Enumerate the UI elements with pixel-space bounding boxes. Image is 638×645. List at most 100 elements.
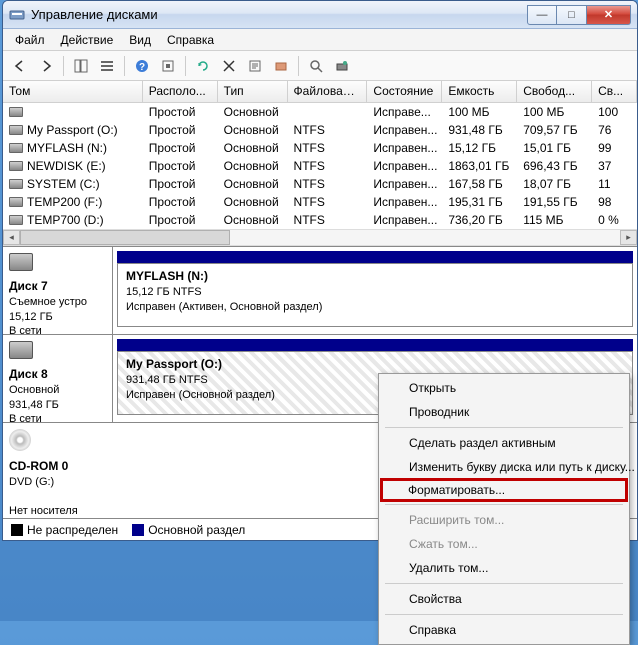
action-icon[interactable] bbox=[270, 55, 292, 77]
cell-pct: 37 bbox=[592, 159, 637, 173]
back-button[interactable] bbox=[9, 55, 31, 77]
cell-volume: TEMP700 (D:) bbox=[3, 213, 143, 227]
ctx-separator bbox=[385, 583, 623, 584]
cell-volume: TEMP200 (F:) bbox=[3, 195, 143, 209]
cell-status: Исправен... bbox=[367, 213, 442, 227]
cell-capacity: 167,58 ГБ bbox=[442, 177, 517, 191]
disk-8-size: 931,48 ГБ bbox=[9, 399, 59, 411]
table-row[interactable]: TEMP700 (D:)ПростойОсновнойNTFSИсправен.… bbox=[3, 211, 637, 229]
col-layout[interactable]: Располо... bbox=[143, 81, 218, 102]
properties-button[interactable] bbox=[244, 55, 266, 77]
ctx-separator bbox=[385, 614, 623, 615]
col-volume[interactable]: Том bbox=[3, 81, 143, 102]
toolbar-separator bbox=[63, 56, 64, 76]
ctx-format[interactable]: Форматировать... bbox=[380, 478, 628, 502]
menu-view[interactable]: Вид bbox=[121, 31, 159, 49]
cell-fs: NTFS bbox=[288, 123, 368, 137]
ctx-make-active[interactable]: Сделать раздел активным bbox=[381, 431, 627, 455]
disk-7-type: Съемное устро bbox=[9, 296, 87, 308]
forward-button[interactable] bbox=[35, 55, 57, 77]
titlebar[interactable]: Управление дисками — □ ✕ bbox=[3, 1, 637, 29]
ctx-help[interactable]: Справка bbox=[381, 618, 627, 642]
col-status[interactable]: Состояние bbox=[367, 81, 442, 102]
svg-text:?: ? bbox=[139, 62, 145, 73]
disk-8-type: Основной bbox=[9, 384, 59, 396]
app-icon bbox=[9, 7, 25, 23]
cell-capacity: 100 МБ bbox=[442, 105, 517, 119]
window-controls: — □ ✕ bbox=[527, 5, 631, 25]
partition-capacity: 931,48 ГБ NTFS bbox=[126, 374, 208, 386]
col-free[interactable]: Свобод... bbox=[517, 81, 592, 102]
disk-7-size: 15,12 ГБ bbox=[9, 311, 53, 323]
table-row[interactable]: ПростойОсновнойИсправе...100 МБ100 МБ100 bbox=[3, 103, 637, 121]
scroll-thumb[interactable] bbox=[20, 230, 230, 245]
cell-pct: 99 bbox=[592, 141, 637, 155]
scroll-right-button[interactable]: ▸ bbox=[620, 230, 637, 245]
table-row[interactable]: NEWDISK (E:)ПростойОсновнойNTFSИсправен.… bbox=[3, 157, 637, 175]
refresh-button[interactable] bbox=[192, 55, 214, 77]
ctx-open[interactable]: Открыть bbox=[381, 376, 627, 400]
cell-fs: NTFS bbox=[288, 213, 368, 227]
disk-8-info[interactable]: Диск 8 Основной 931,48 ГБ В сети bbox=[3, 335, 113, 422]
ctx-change-letter[interactable]: Изменить букву диска или путь к диску... bbox=[381, 455, 627, 479]
cell-status: Исправен... bbox=[367, 195, 442, 209]
context-menu: Открыть Проводник Сделать раздел активны… bbox=[378, 373, 630, 645]
delete-icon[interactable] bbox=[218, 55, 240, 77]
show-hide-tree-button[interactable] bbox=[70, 55, 92, 77]
scroll-track[interactable] bbox=[20, 230, 620, 245]
partition-stripe bbox=[117, 251, 633, 263]
cell-layout: Простой bbox=[143, 177, 218, 191]
cell-free: 696,43 ГБ bbox=[517, 159, 592, 173]
cell-capacity: 736,20 ГБ bbox=[442, 213, 517, 227]
cell-capacity: 1863,01 ГБ bbox=[442, 159, 517, 173]
ctx-explorer[interactable]: Проводник bbox=[381, 400, 627, 424]
menu-file[interactable]: Файл bbox=[7, 31, 53, 49]
menu-help[interactable]: Справка bbox=[159, 31, 222, 49]
ctx-delete[interactable]: Удалить том... bbox=[381, 556, 627, 580]
window-title: Управление дисками bbox=[31, 7, 527, 22]
ctx-properties[interactable]: Свойства bbox=[381, 587, 627, 611]
partition-status: Исправен (Основной раздел) bbox=[126, 389, 275, 401]
ctx-shrink: Сжать том... bbox=[381, 532, 627, 556]
horizontal-scrollbar[interactable]: ◂ ▸ bbox=[3, 229, 637, 246]
cell-layout: Простой bbox=[143, 195, 218, 209]
table-row[interactable]: MYFLASH (N:)ПростойОсновнойNTFSИсправен.… bbox=[3, 139, 637, 157]
minimize-button[interactable]: — bbox=[527, 5, 557, 25]
rescan-icon[interactable] bbox=[305, 55, 327, 77]
volume-icon bbox=[9, 125, 23, 135]
volume-icon bbox=[9, 197, 23, 207]
cell-free: 100 МБ bbox=[517, 105, 592, 119]
settings-button[interactable] bbox=[157, 55, 179, 77]
scroll-left-button[interactable]: ◂ bbox=[3, 230, 20, 245]
col-type[interactable]: Тип bbox=[218, 81, 288, 102]
cell-pct: 11 bbox=[592, 177, 637, 191]
disk-icon bbox=[9, 253, 33, 271]
table-row[interactable]: TEMP200 (F:)ПростойОсновнойNTFSИсправен.… bbox=[3, 193, 637, 211]
cell-layout: Простой bbox=[143, 213, 218, 227]
table-row[interactable]: SYSTEM (C:)ПростойОсновнойNTFSИсправен..… bbox=[3, 175, 637, 193]
cell-status: Исправен... bbox=[367, 123, 442, 137]
help-button[interactable]: ? bbox=[131, 55, 153, 77]
cell-pct: 100 bbox=[592, 105, 637, 119]
maximize-button[interactable]: □ bbox=[557, 5, 587, 25]
close-button[interactable]: ✕ bbox=[587, 5, 631, 25]
cdrom-drive: DVD (G:) bbox=[9, 476, 54, 488]
partition-stripe bbox=[117, 339, 633, 351]
col-capacity[interactable]: Емкость bbox=[442, 81, 517, 102]
partition-capacity: 15,12 ГБ NTFS bbox=[126, 286, 202, 298]
partition-myflash[interactable]: MYFLASH (N:) 15,12 ГБ NTFS Исправен (Акт… bbox=[117, 263, 633, 327]
disk-icon bbox=[9, 341, 33, 359]
table-row[interactable]: My Passport (O:)ПростойОсновнойNTFSИспра… bbox=[3, 121, 637, 139]
cell-status: Исправен... bbox=[367, 159, 442, 173]
list-view-button[interactable] bbox=[96, 55, 118, 77]
disk-7-info[interactable]: Диск 7 Съемное устро 15,12 ГБ В сети bbox=[3, 247, 113, 334]
cell-type: Основной bbox=[218, 195, 288, 209]
cell-type: Основной bbox=[218, 213, 288, 227]
cell-free: 191,55 ГБ bbox=[517, 195, 592, 209]
disk-settings-icon[interactable] bbox=[331, 55, 353, 77]
cell-status: Исправен... bbox=[367, 177, 442, 191]
menu-action[interactable]: Действие bbox=[53, 31, 122, 49]
cell-pct: 0 % bbox=[592, 213, 637, 227]
col-pct[interactable]: Св... bbox=[592, 81, 637, 102]
col-filesystem[interactable]: Файловая с... bbox=[288, 81, 368, 102]
